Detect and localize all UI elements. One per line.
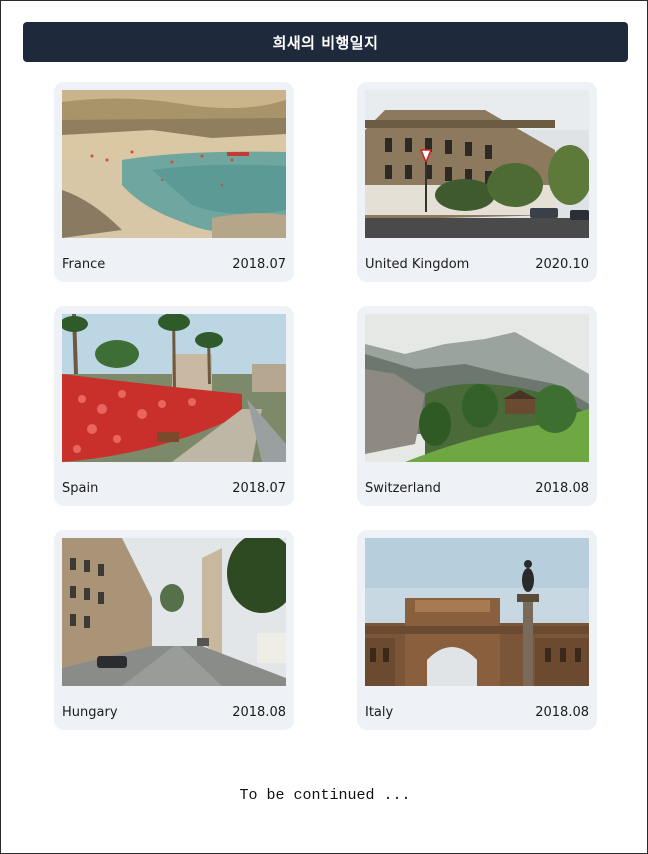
travel-card-hungary[interactable]: Hungary 2018.08 <box>54 530 294 730</box>
travel-date: 2018.08 <box>535 481 589 496</box>
travel-card-united-kingdom[interactable]: United Kingdom 2020.10 <box>357 82 597 282</box>
beach-cove-photo <box>62 90 286 238</box>
page-header: 희새의 비행일지 <box>23 22 628 62</box>
page-title: 희새의 비행일지 <box>272 33 379 52</box>
travel-card-italy[interactable]: Italy 2018.08 <box>357 530 597 730</box>
card-caption: Switzerland 2018.08 <box>365 481 589 496</box>
country-name: Switzerland <box>365 481 441 496</box>
travel-date: 2020.10 <box>535 257 589 272</box>
card-caption: France 2018.07 <box>62 257 286 272</box>
travel-card-france[interactable]: France 2018.07 <box>54 82 294 282</box>
country-name: Italy <box>365 705 394 720</box>
alpine-meadow-photo <box>365 314 589 462</box>
country-name: United Kingdom <box>365 257 470 272</box>
country-name: France <box>62 257 106 272</box>
travel-date: 2018.08 <box>232 705 286 720</box>
travel-date: 2018.07 <box>232 481 286 496</box>
city-avenue-photo <box>62 538 286 686</box>
country-name: Spain <box>62 481 99 496</box>
continued-note: To be continued ... <box>239 787 411 804</box>
street-terrace-photo <box>365 90 589 238</box>
travel-date: 2018.08 <box>535 705 589 720</box>
flower-promenade-photo <box>62 314 286 462</box>
travel-card-grid: France 2018.07 United Kingdom 2020.10 Sp… <box>54 82 597 730</box>
country-name: Hungary <box>62 705 118 720</box>
card-caption: United Kingdom 2020.10 <box>365 257 589 272</box>
card-caption: Hungary 2018.08 <box>62 705 286 720</box>
travel-date: 2018.07 <box>232 257 286 272</box>
arch-monument-photo <box>365 538 589 686</box>
card-caption: Italy 2018.08 <box>365 705 589 720</box>
travel-card-spain[interactable]: Spain 2018.07 <box>54 306 294 506</box>
card-caption: Spain 2018.07 <box>62 481 286 496</box>
travel-card-switzerland[interactable]: Switzerland 2018.08 <box>357 306 597 506</box>
